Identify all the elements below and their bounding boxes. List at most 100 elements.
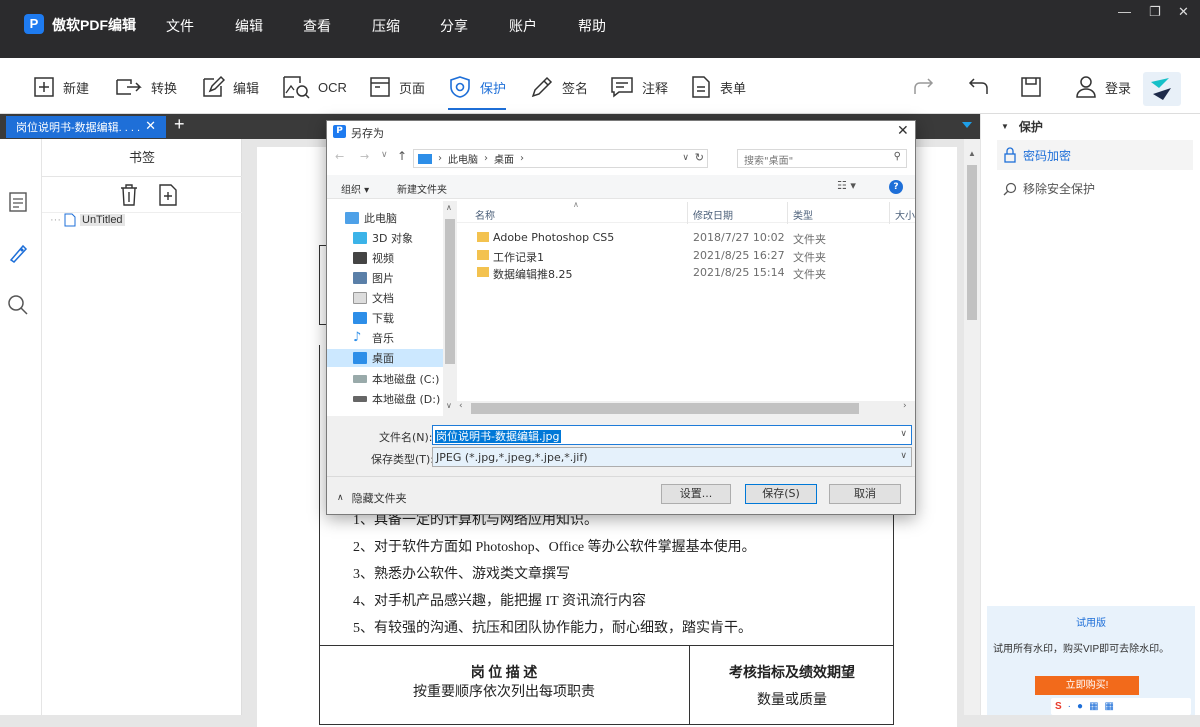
filetype-dropdown-icon[interactable]: ∨	[900, 451, 907, 461]
close-window-button[interactable]: ✕	[1178, 4, 1189, 20]
remove-security-item[interactable]: 移除安全保护	[1003, 180, 1095, 197]
cancel-button[interactable]: 取消	[829, 484, 901, 504]
nav-documents[interactable]: 文档	[353, 289, 394, 307]
nav-3d-objects[interactable]: 3D 对象	[353, 229, 413, 247]
menu-share[interactable]: 分享	[440, 16, 468, 36]
file-row[interactable]: 工作记录1 2021/8/25 16:27 文件夹	[457, 247, 897, 265]
thumbnail-icon[interactable]	[8, 191, 28, 213]
login-button[interactable]: 登录	[1075, 72, 1131, 102]
save-dialog-button[interactable]: 保存(S)	[745, 484, 817, 504]
sign-button[interactable]: 签名	[530, 72, 588, 102]
hscroll-thumb[interactable]	[471, 403, 859, 414]
new-button[interactable]: 新建	[33, 72, 89, 102]
refresh-icon[interactable]: ↻	[695, 151, 704, 164]
maximize-button[interactable]: ❐	[1149, 4, 1161, 20]
view-options-icon[interactable]: ☷ ▾	[837, 179, 856, 192]
file-row[interactable]: Adobe Photoshop CS5 2018/7/27 10:02 文件夹	[457, 229, 897, 247]
filetype-select[interactable]: JPEG (*.jpg,*.jpeg,*.jpe,*.jif) ∨	[432, 447, 912, 467]
remove-security-label: 移除安全保护	[1023, 182, 1096, 196]
protect-section-header[interactable]: ▼ 保护	[1001, 118, 1043, 135]
table-col2-title: 考核指标及绩效期望	[729, 666, 855, 681]
protect-button[interactable]: 保护	[448, 72, 507, 110]
document-scrollbar[interactable]: ▲	[964, 139, 980, 715]
bookmark-item[interactable]: ··· UnTitled	[50, 213, 125, 227]
breadcrumb-desktop[interactable]: 桌面	[494, 151, 514, 166]
nav-videos[interactable]: 视频	[353, 249, 394, 267]
nav-scroll-thumb[interactable]	[445, 219, 455, 364]
doc-line-2: 2、对于软件方面如 Photoshop、Office 等办公软件掌握基本使用。	[353, 540, 756, 555]
menu-help[interactable]: 帮助	[578, 16, 606, 36]
nav-drive-d[interactable]: 本地磁盘 (D:)	[353, 390, 440, 408]
buy-now-button[interactable]: 立即购买!	[1035, 676, 1139, 695]
forward-icon[interactable]: →	[360, 150, 369, 163]
file-list-hscrollbar[interactable]: ‹ ›	[457, 401, 915, 416]
search-input[interactable]: 搜索"桌面" ⚲	[737, 149, 907, 168]
dialog-close-icon[interactable]: ✕	[897, 123, 909, 139]
new-folder-button[interactable]: 新建文件夹	[397, 181, 447, 196]
menu-edit[interactable]: 编辑	[235, 16, 263, 36]
edit-label: 编辑	[233, 80, 260, 96]
ime-mode-icon: ·	[1067, 701, 1072, 712]
undo-button[interactable]	[966, 72, 998, 102]
bookmark-icon[interactable]	[7, 242, 29, 264]
convert-button[interactable]: 转换	[113, 72, 177, 102]
back-icon[interactable]: ←	[335, 150, 344, 163]
column-size[interactable]: 大小	[895, 207, 915, 222]
scroll-up-icon[interactable]: ▲	[968, 149, 976, 158]
document-tab[interactable]: 岗位说明书-数据编辑. . . . ✕	[6, 116, 166, 138]
password-encrypt-item[interactable]: 密码加密	[997, 140, 1193, 170]
address-dropdown-icon[interactable]: ∨	[682, 153, 689, 163]
edit-button[interactable]: 编辑	[201, 72, 259, 102]
nav-drive-c[interactable]: 本地磁盘 (C:)	[353, 370, 439, 388]
file-list-header: ∧ 名称 修改日期 类型 大小	[457, 201, 915, 224]
add-bookmark-icon[interactable]	[157, 183, 179, 207]
menu-view[interactable]: 查看	[303, 16, 331, 36]
ime-toolbar[interactable]: S · ● ▦ ▦	[1051, 698, 1191, 715]
filename-input[interactable]: 岗位说明书-数据编辑.jpg ∨	[432, 425, 912, 445]
column-name[interactable]: 名称	[475, 207, 495, 222]
address-bar[interactable]: › 此电脑 › 桌面 › ∨ ↻	[413, 149, 708, 168]
organize-button[interactable]: 组织 ▾	[341, 181, 369, 196]
ime-keyboard-icon: ▦	[1089, 701, 1099, 712]
hide-folders-toggle[interactable]: ∧ 隐藏文件夹	[337, 490, 407, 506]
search-icon[interactable]	[7, 294, 29, 316]
page-button[interactable]: 页面	[369, 72, 425, 102]
up-icon[interactable]: ↑	[397, 149, 407, 163]
recent-dropdown-icon[interactable]: ∨	[381, 150, 388, 160]
desktop-icon	[353, 352, 367, 364]
menu-compress[interactable]: 压缩	[372, 16, 400, 36]
column-type[interactable]: 类型	[793, 207, 813, 222]
delete-bookmark-icon[interactable]	[118, 183, 140, 207]
menu-account[interactable]: 账户	[509, 16, 537, 36]
folder-icon	[477, 250, 489, 260]
password-encrypt-label: 密码加密	[1023, 148, 1072, 163]
nav-pictures[interactable]: 图片	[353, 269, 394, 287]
bookmarks-header: 书签	[42, 139, 242, 177]
help-icon[interactable]: ?	[889, 180, 903, 194]
filetype-label: 保存类型(T):	[371, 453, 435, 466]
minimize-button[interactable]: —	[1118, 4, 1131, 19]
ocr-button[interactable]: OCR	[282, 72, 347, 102]
settings-button[interactable]: 设置...	[661, 484, 731, 504]
form-button[interactable]: 表单	[690, 72, 746, 102]
breadcrumb-pc[interactable]: 此电脑	[448, 151, 478, 166]
page-label: 页面	[399, 80, 426, 96]
save-button[interactable]	[1020, 72, 1050, 102]
column-date[interactable]: 修改日期	[693, 207, 733, 222]
form-label: 表单	[720, 80, 747, 96]
close-tab-icon[interactable]: ✕	[145, 118, 156, 134]
nav-downloads[interactable]: 下载	[353, 309, 394, 327]
scroll-thumb[interactable]	[967, 165, 977, 320]
nav-desktop[interactable]: 桌面	[327, 349, 443, 367]
filename-dropdown-icon[interactable]: ∨	[900, 429, 907, 439]
redo-button[interactable]	[912, 72, 944, 102]
nav-music[interactable]: ♪ 音乐	[353, 329, 394, 347]
menu-file[interactable]: 文件	[166, 16, 194, 36]
add-tab-button[interactable]: +	[174, 114, 185, 135]
file-row[interactable]: 数据编辑推8.25 2021/8/25 15:14 文件夹	[457, 264, 897, 282]
table-divider	[689, 645, 690, 725]
annotate-button[interactable]: 注释	[610, 72, 668, 102]
nav-scrollbar[interactable]: ∧ ∨	[443, 201, 457, 416]
tab-dropdown-icon[interactable]	[962, 122, 972, 128]
nav-this-pc[interactable]: 此电脑	[345, 209, 397, 227]
